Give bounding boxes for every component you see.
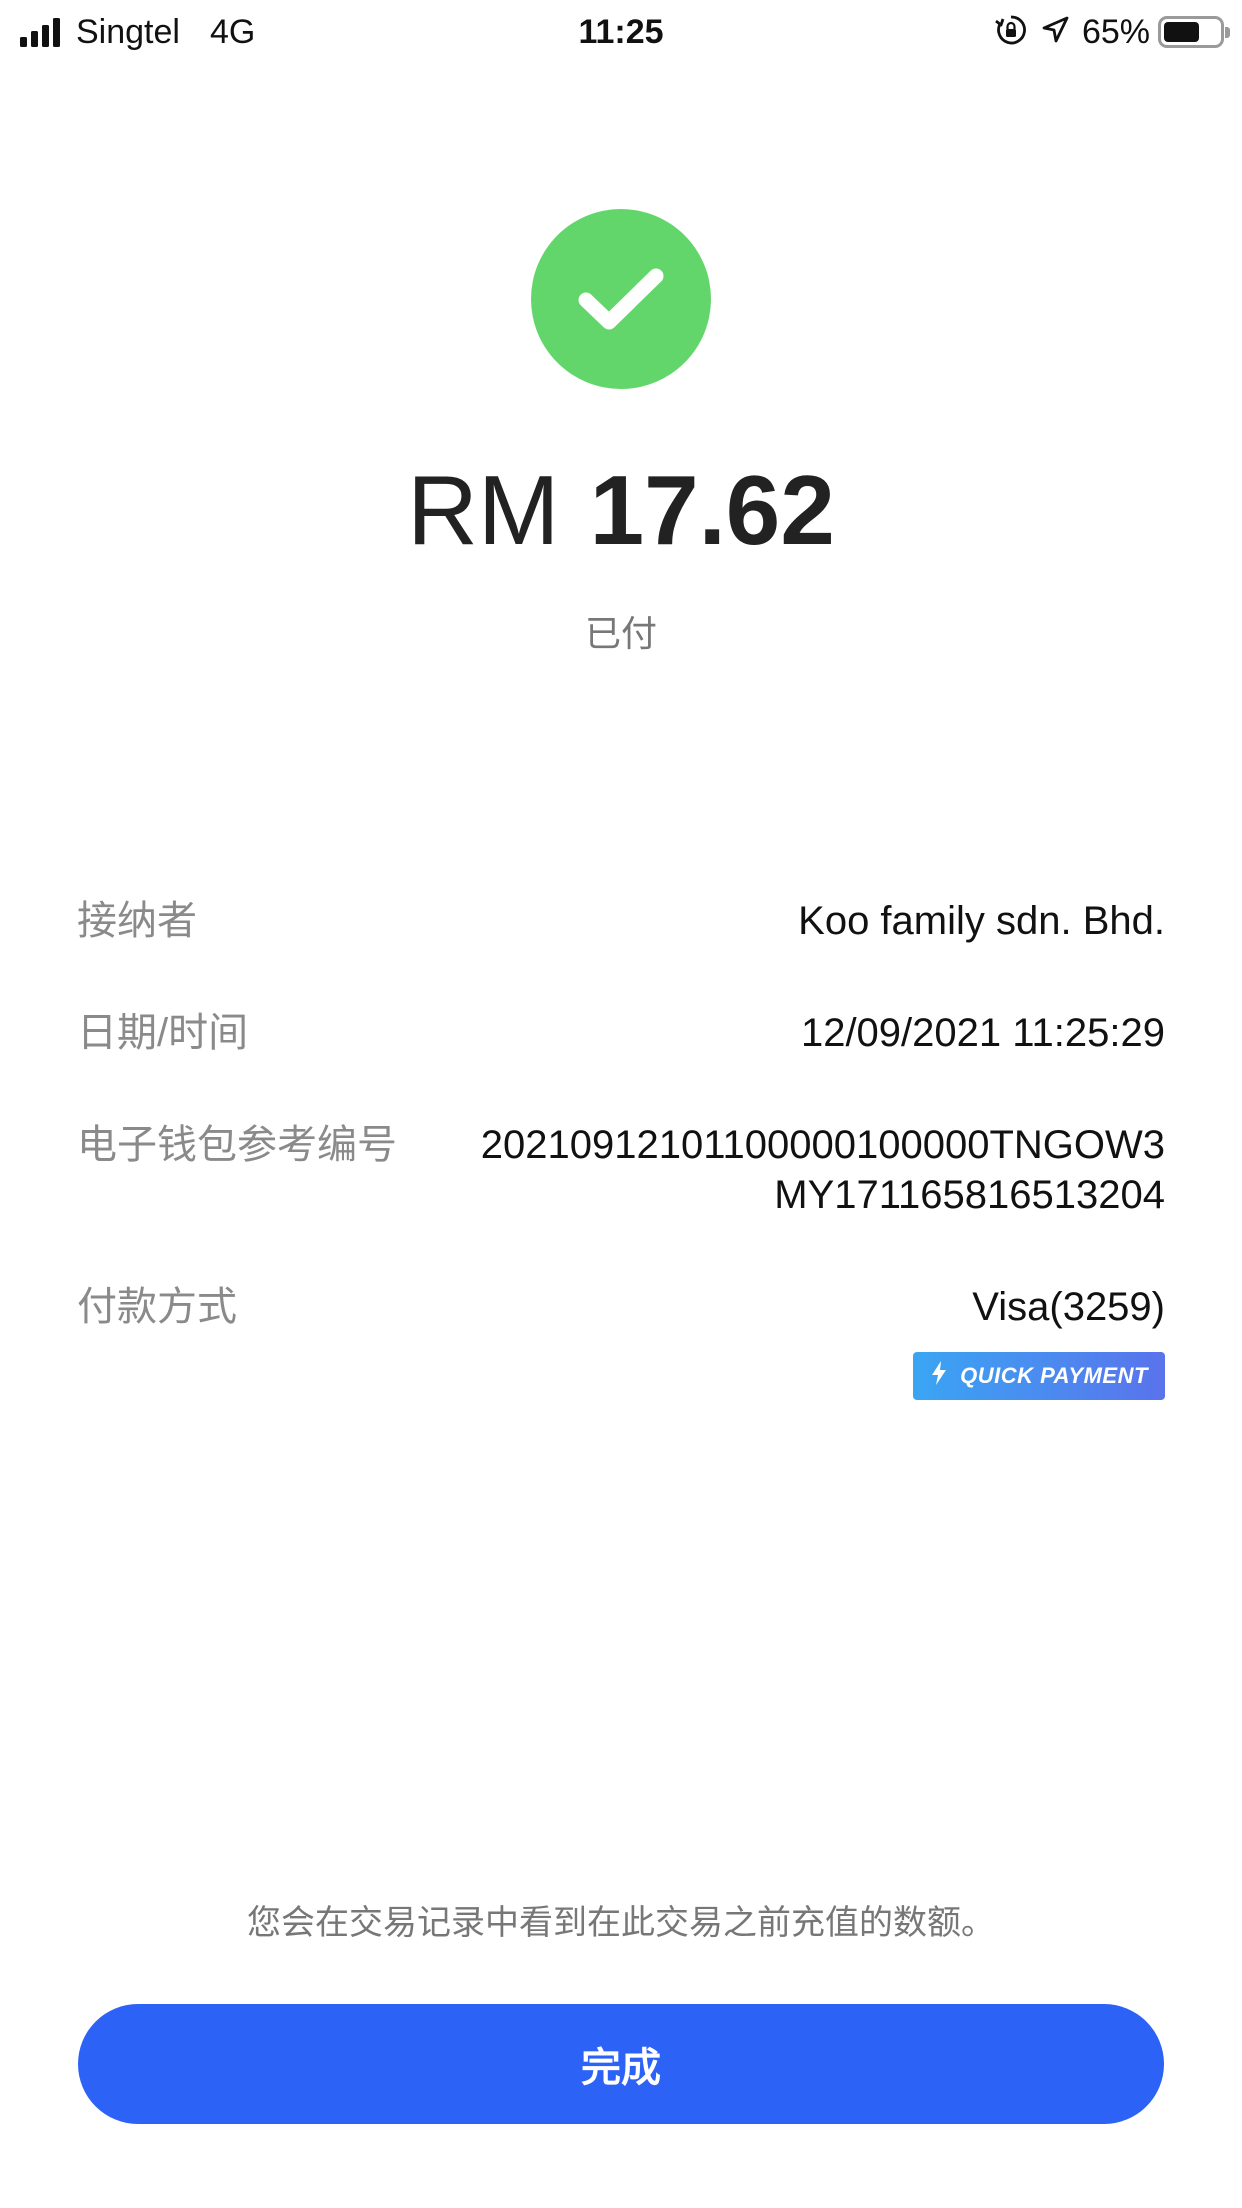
battery-level <box>1164 22 1200 42</box>
payment-method-label: 付款方式 <box>77 1285 237 1329</box>
quick-payment-label: QUICK PAYMENT <box>960 1363 1148 1388</box>
status-bar-right: 65% <box>994 10 1230 54</box>
recipient-value: Koo family sdn. Bhd. <box>798 899 1165 943</box>
reference-value: 20210912101100000100000TNGOW3MY171165816… <box>480 1123 1165 1217</box>
topup-note: 您会在交易记录中看到在此交易之前充值的数额。 <box>247 1904 995 1942</box>
reference-label: 电子钱包参考编号 <box>77 1123 397 1167</box>
payment-method-info: Visa(3259) QUICK PAYMENT <box>913 1282 1165 1400</box>
payment-method-row: 付款方式 Visa(3259) QUICK PAYMENT <box>77 1282 1165 1400</box>
datetime-row: 日期/时间 12/09/2021 11:25:29 <box>77 1008 1165 1058</box>
datetime-value: 12/09/2021 11:25:29 <box>800 1011 1165 1055</box>
currency-label: RM <box>407 455 560 565</box>
location-arrow-icon <box>1040 15 1070 50</box>
recipient-label: 接纳者 <box>77 899 197 943</box>
lightning-bolt-icon <box>930 1360 948 1392</box>
payment-method-value: Visa(3259) <box>972 1285 1165 1329</box>
battery-icon <box>1158 16 1230 48</box>
done-button[interactable]: 完成 <box>78 2004 1164 2124</box>
datetime-label: 日期/时间 <box>77 1011 249 1055</box>
transaction-details: 接纳者 Koo family sdn. Bhd. 日期/时间 12/09/202… <box>77 896 1165 1462</box>
checkmark-icon <box>531 209 711 389</box>
reference-row: 电子钱包参考编号 20210912101100000100000TNGOW3MY… <box>77 1120 1165 1220</box>
recipient-row: 接纳者 Koo family sdn. Bhd. <box>77 896 1165 946</box>
payment-amount: RM 17.62 <box>0 455 1242 565</box>
battery-percentage: 65% <box>1081 12 1150 51</box>
payment-status: 已付 <box>584 613 657 654</box>
amount-value: 17.62 <box>589 455 835 565</box>
status-bar: Singtel 4G 11:25 65% <box>0 0 1242 64</box>
orientation-lock-icon <box>994 13 1028 52</box>
quick-payment-badge: QUICK PAYMENT <box>913 1352 1165 1400</box>
